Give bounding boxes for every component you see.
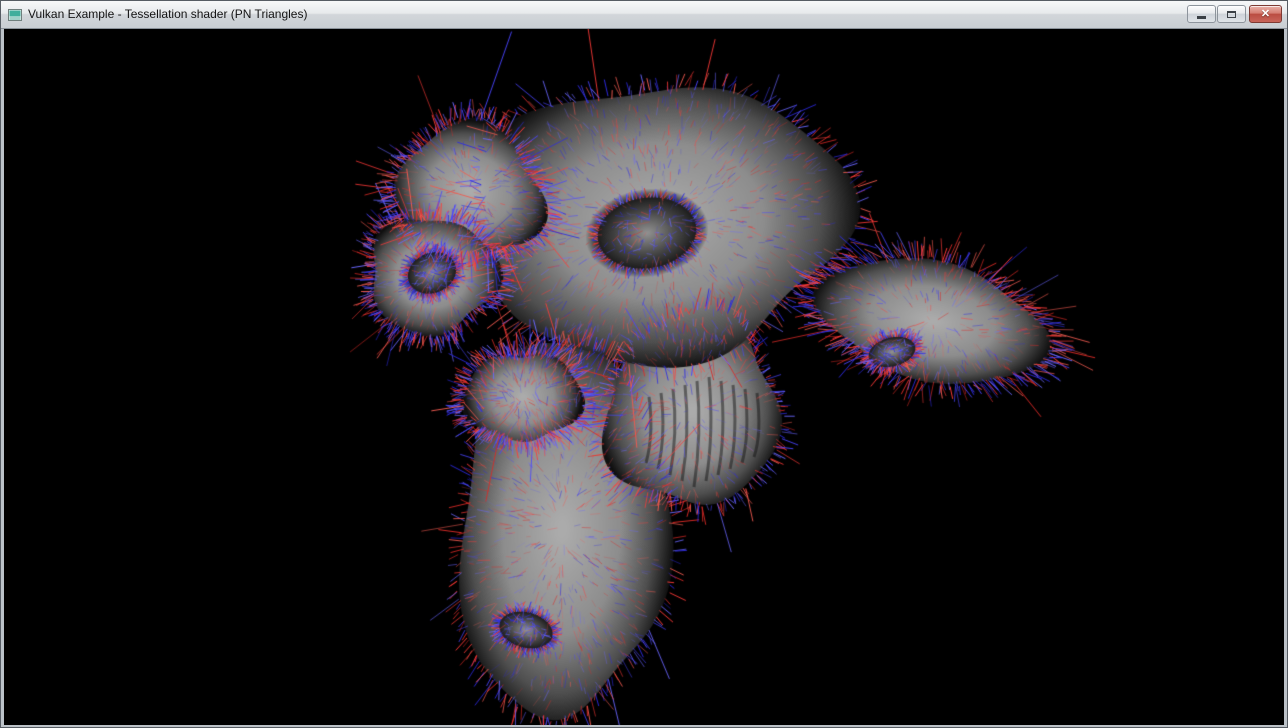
window-title: Vulkan Example - Tessellation shader (PN… — [28, 1, 307, 28]
window-icon — [7, 7, 23, 23]
close-icon: ✕ — [1261, 6, 1270, 22]
maximize-icon — [1227, 11, 1236, 18]
minimize-button[interactable] — [1187, 5, 1216, 23]
client-area — [4, 29, 1284, 725]
close-button[interactable]: ✕ — [1249, 5, 1282, 23]
maximize-button[interactable] — [1217, 5, 1246, 23]
titlebar[interactable]: Vulkan Example - Tessellation shader (PN… — [1, 1, 1287, 29]
app-window: Vulkan Example - Tessellation shader (PN… — [0, 0, 1288, 728]
minimize-icon — [1197, 16, 1206, 19]
render-viewport[interactable] — [4, 29, 1284, 725]
window-controls: ✕ — [1187, 5, 1282, 23]
